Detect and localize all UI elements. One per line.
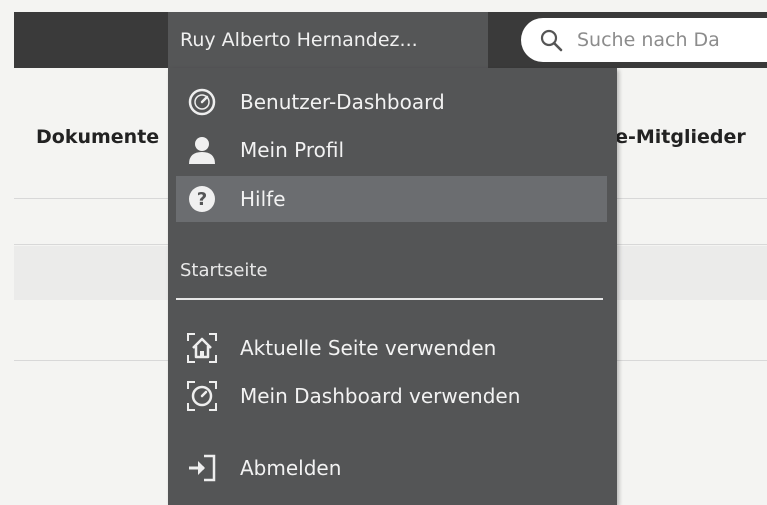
svg-text:?: ?: [197, 189, 207, 210]
user-dropdown-menu: Benutzer-Dashboard Mein Profil ? Hilfe S…: [168, 68, 617, 505]
menu-item-user-dashboard[interactable]: Benutzer-Dashboard: [176, 80, 607, 124]
user-menu-button[interactable]: Ruy Alberto Hernandez...: [168, 12, 488, 68]
search-box[interactable]: [521, 18, 767, 62]
menu-item-logout[interactable]: Abmelden: [176, 446, 607, 490]
menu-item-use-my-dashboard[interactable]: Mein Dashboard verwenden: [176, 374, 607, 418]
menu-item-label: Hilfe: [240, 187, 286, 211]
section-label-home: Startseite: [180, 260, 268, 281]
menu-item-label: Abmelden: [240, 456, 342, 480]
documents-heading: Dokumente: [36, 126, 160, 148]
search-icon: [540, 29, 563, 52]
menu-item-label: Benutzer-Dashboard: [240, 90, 445, 114]
dashboard-icon: [184, 84, 220, 120]
members-heading: te-Mitglieder: [606, 126, 746, 148]
menu-item-use-current-page[interactable]: Aktuelle Seite verwenden: [176, 326, 607, 370]
help-icon: ?: [184, 181, 220, 217]
user-icon: [184, 132, 220, 168]
home-icon: [184, 330, 220, 366]
menu-item-label: Mein Profil: [240, 138, 345, 162]
menu-divider: [176, 298, 603, 300]
user-name-label: Ruy Alberto Hernandez...: [180, 29, 418, 51]
menu-item-help[interactable]: ? Hilfe: [176, 176, 607, 222]
search-input[interactable]: [575, 28, 749, 52]
dashboard-icon: [184, 378, 220, 414]
logout-icon: [184, 450, 220, 486]
menu-item-my-profile[interactable]: Mein Profil: [176, 128, 607, 172]
menu-item-label: Aktuelle Seite verwenden: [240, 336, 497, 360]
menu-item-label: Mein Dashboard verwenden: [240, 384, 521, 408]
